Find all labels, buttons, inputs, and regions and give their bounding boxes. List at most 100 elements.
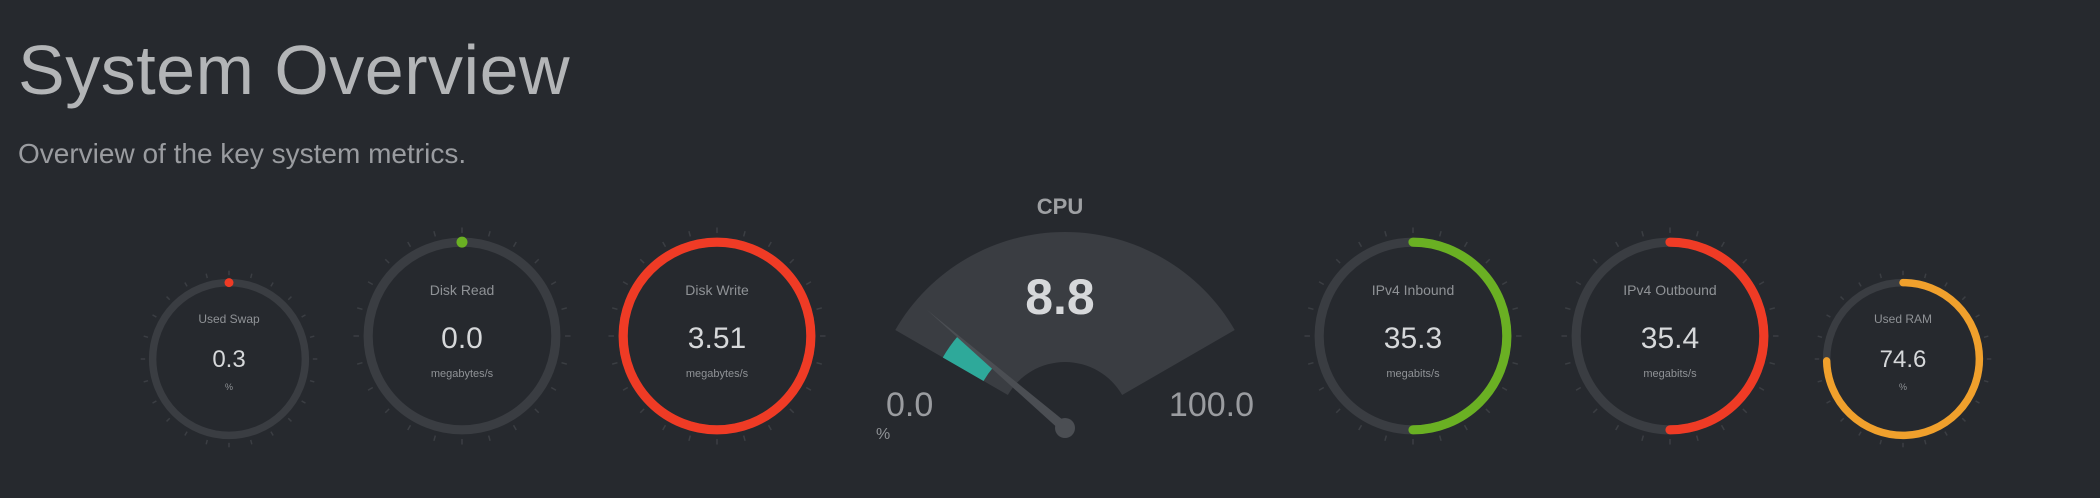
gauge-tick	[639, 408, 645, 414]
gauge-tick	[767, 241, 772, 248]
gauge-tick	[1592, 258, 1598, 264]
gauge-tick	[742, 435, 746, 442]
gauge-tick	[1769, 361, 1776, 365]
disk-write-value: 3.51	[687, 322, 747, 355]
ipv4-outbound-unit: megabits/s	[1643, 368, 1697, 380]
ipv4-inbound-gauge: IPv4 Inbound 35.3 megabits/s	[1304, 227, 1522, 445]
gauge-tick	[287, 296, 292, 301]
disk-read-label: Disk Read	[429, 282, 495, 298]
gauge-tick	[1923, 439, 1927, 445]
gauge-tick	[1641, 230, 1645, 237]
gauge-tick	[1575, 386, 1582, 391]
gauge-tick	[1720, 424, 1725, 431]
disk-write-unit: megabytes/s	[685, 368, 749, 380]
gauge-tick	[1318, 386, 1325, 391]
used-ram-label: Used RAM	[1873, 312, 1932, 326]
page-subtitle: Overview of the key system metrics.	[18, 138, 467, 169]
used-swap-unit: %	[224, 382, 233, 392]
gauge-tick	[309, 335, 315, 339]
cpu-max-label: 100.0	[1168, 386, 1254, 424]
gauge-tick	[1858, 431, 1862, 436]
gauge-tick	[384, 408, 390, 414]
used-swap-label: Used Swap	[198, 312, 260, 326]
gauge-tick	[1961, 296, 1966, 301]
gauge-tick	[1840, 296, 1845, 301]
gauge-tick	[166, 296, 171, 301]
gauge-tick	[1944, 282, 1948, 287]
disk-write-label: Disk Write	[685, 282, 749, 298]
gauge-tick	[1438, 230, 1442, 237]
gauge-tick	[166, 417, 171, 422]
used-swap-value: 0.3	[212, 346, 246, 373]
gauge-tick	[611, 361, 618, 365]
gauge-tick	[1485, 258, 1491, 264]
gauge-tick	[1335, 408, 1341, 414]
gauge-tick	[534, 408, 540, 414]
gauge-value-marker	[456, 236, 468, 248]
gauge-tick	[356, 307, 363, 311]
ipv4-inbound-label: IPv4 Inbound	[1371, 282, 1455, 298]
gauge-tick	[534, 258, 540, 264]
gauge-tick	[487, 435, 491, 442]
gauge-tick	[1307, 307, 1314, 311]
disk-read-gauge: Disk Read 0.0 megabytes/s	[353, 227, 571, 445]
gauge-tick	[512, 241, 517, 248]
gauge-tick	[1641, 435, 1645, 442]
gauge-tick	[1564, 307, 1571, 311]
gauge-tick	[1944, 431, 1948, 436]
gauge-tick	[1879, 273, 1883, 279]
gauge-tick	[1817, 335, 1823, 339]
gauge-tick	[1512, 361, 1519, 365]
disk-read-unit: megabytes/s	[430, 368, 494, 380]
gauge-tick	[184, 431, 188, 436]
gauge-tick	[249, 439, 253, 445]
gauge-tick	[816, 361, 823, 365]
gauge-tick	[789, 408, 795, 414]
gauge-tick	[1358, 424, 1363, 431]
gauge-tick	[1463, 241, 1468, 248]
gauge-tick	[767, 424, 772, 431]
gauge-tick	[1463, 424, 1468, 431]
gauge-tick	[688, 435, 692, 442]
gauge-tick	[1384, 435, 1388, 442]
gauge-tick	[270, 282, 274, 287]
gauge-tick	[688, 230, 692, 237]
page-title: System Overview	[18, 31, 571, 109]
gauge-tick	[1695, 230, 1699, 237]
gauge-tick	[407, 424, 412, 431]
gauge-tick	[1335, 258, 1341, 264]
gauge-tick	[1512, 307, 1519, 311]
used-ram-value: 74.6	[1879, 346, 1927, 373]
gauge-tick	[433, 230, 437, 237]
gauge-tick	[249, 273, 253, 279]
cpu-value: 8.8	[1025, 269, 1095, 325]
gauge-tick	[152, 400, 157, 404]
gauge-tick	[1769, 307, 1776, 311]
used-ram-unit: %	[1898, 382, 1907, 392]
used-swap-gauge: Used Swap 0.3 %	[140, 270, 318, 448]
gauge-tick	[1358, 241, 1363, 248]
gauge-tick	[1758, 386, 1765, 391]
gauge-tick	[662, 424, 667, 431]
gauge-tick	[622, 386, 629, 391]
gauge-tick	[205, 439, 209, 445]
gauge-tick	[1438, 435, 1442, 442]
gauge-tick	[561, 307, 568, 311]
gauge-tick	[1840, 417, 1845, 422]
gauge-tick	[301, 400, 306, 404]
gauge-tick	[1485, 408, 1491, 414]
gauge-tick	[1826, 400, 1831, 404]
gauge-tick	[662, 241, 667, 248]
gauge-tick	[805, 386, 812, 391]
ipv4-inbound-unit: megabits/s	[1386, 368, 1440, 380]
gauge-tick	[384, 258, 390, 264]
gauge-tick	[561, 361, 568, 365]
ipv4-outbound-value: 35.4	[1640, 322, 1700, 355]
gauge-tick	[287, 417, 292, 422]
gauge-tick	[1307, 361, 1314, 365]
gauge-tick	[550, 386, 557, 391]
gauge-tick	[1923, 273, 1927, 279]
cpu-unit: %	[876, 426, 891, 443]
gauge-tick	[487, 230, 491, 237]
gauge-tick	[205, 273, 209, 279]
